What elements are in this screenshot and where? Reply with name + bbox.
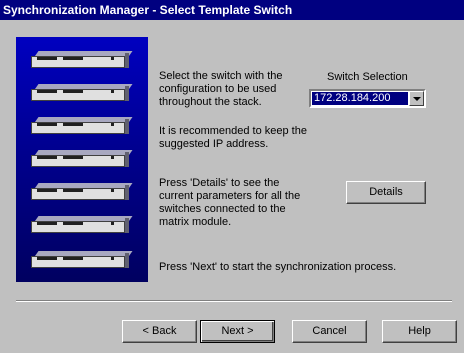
next-button[interactable]: Next > — [200, 320, 275, 343]
recommendation-text: It is recommended to keep the suggested … — [159, 125, 307, 150]
chevron-down-icon[interactable] — [409, 91, 424, 106]
help-button[interactable]: Help — [382, 320, 457, 343]
divider — [16, 300, 452, 302]
switch-stack-illustration — [16, 37, 148, 282]
switch-selection-dropdown[interactable]: 172.28.184.200 — [309, 89, 426, 108]
switch-selection-label: Switch Selection — [327, 71, 408, 83]
switch-unit-icon — [31, 117, 133, 135]
switch-unit-icon — [31, 84, 133, 102]
next-instruction: Press 'Next' to start the synchronizatio… — [159, 261, 397, 273]
switch-unit-icon — [31, 183, 133, 201]
switch-unit-icon — [31, 150, 133, 168]
switch-unit-icon — [31, 251, 133, 269]
details-button[interactable]: Details — [346, 181, 426, 204]
switch-unit-icon — [31, 216, 133, 234]
details-instruction: Press 'Details' to see the current param… — [159, 177, 301, 228]
back-button[interactable]: < Back — [122, 320, 197, 343]
select-instruction: Select the switch with the configuration… — [159, 70, 283, 108]
switch-selection-value[interactable]: 172.28.184.200 — [312, 92, 408, 105]
window-title: Synchronization Manager - Select Templat… — [0, 0, 464, 20]
cancel-button[interactable]: Cancel — [292, 320, 367, 343]
switch-unit-icon — [31, 51, 133, 69]
